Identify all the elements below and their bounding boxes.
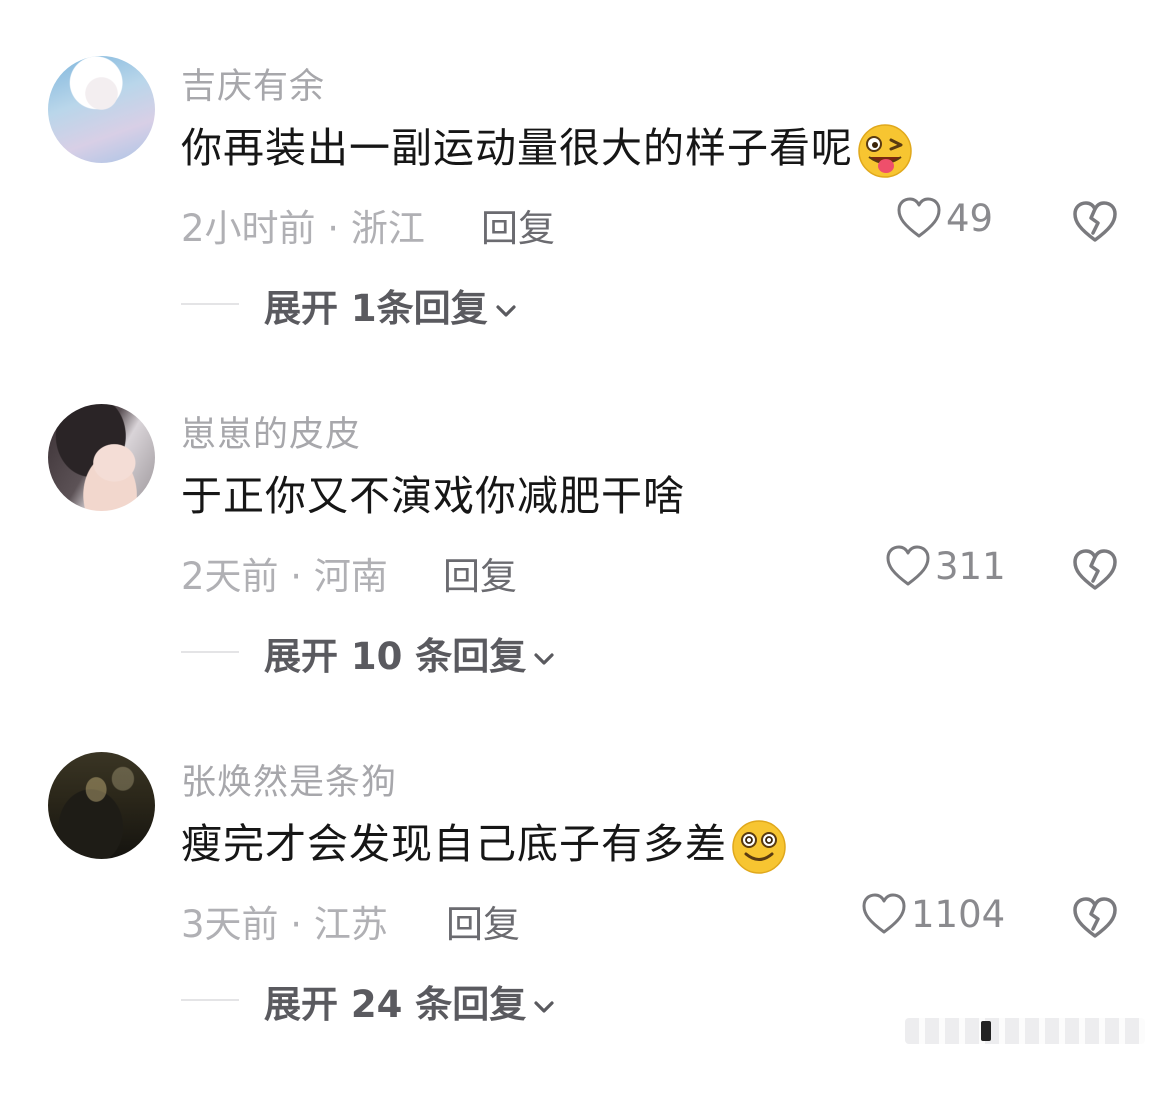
like-button[interactable]: 49 xyxy=(896,196,993,248)
broken-heart-icon[interactable] xyxy=(1071,892,1119,944)
heart-icon xyxy=(862,893,906,934)
watermark xyxy=(905,1018,1145,1044)
like-button[interactable]: 311 xyxy=(885,544,1006,596)
comment-text-content: 于正你又不演戏你减肥干啥 xyxy=(181,472,685,520)
heart-icon xyxy=(886,545,930,586)
avatar[interactable] xyxy=(48,404,155,511)
tongue-wink-emoji-icon xyxy=(858,124,912,178)
comment-meta: 2小时前 · 浙江 xyxy=(181,207,425,250)
like-count: 49 xyxy=(946,196,994,240)
comment-username[interactable]: 张焕然是条狗 xyxy=(181,754,397,805)
expand-replies-label: 展开 1条回复 xyxy=(264,287,488,330)
like-count: 1104 xyxy=(911,892,1006,936)
expand-replies-button[interactable]: 展开 1条回复 xyxy=(264,278,518,332)
like-count: 311 xyxy=(935,544,1006,588)
like-button[interactable]: 1104 xyxy=(861,892,1005,944)
chevron-down-icon xyxy=(534,652,554,665)
comment-username[interactable]: 崽崽的皮皮 xyxy=(181,406,361,457)
reply-button[interactable]: 回复 xyxy=(481,198,555,252)
comment-text: 你再装出一副运动量很大的样子看呢 xyxy=(181,120,915,179)
watermark-mark xyxy=(981,1021,991,1041)
avatar[interactable] xyxy=(48,752,155,859)
divider xyxy=(181,651,239,653)
expand-replies-button[interactable]: 展开 10 条回复 xyxy=(264,626,556,680)
comment-text: 瘦完才会发现自己底子有多差 xyxy=(181,816,789,875)
reply-button[interactable]: 回复 xyxy=(443,546,517,600)
comment-item: 崽崽的皮皮 于正你又不演戏你减肥干啥 2天前 · 河南 回复 311 展开 10… xyxy=(0,404,1170,752)
chevron-down-icon xyxy=(534,1000,554,1013)
comment-text-content: 你再装出一副运动量很大的样子看呢 xyxy=(181,124,853,172)
heart-icon xyxy=(897,197,941,238)
avatar[interactable] xyxy=(48,56,155,163)
comment-text-content: 瘦完才会发现自己底子有多差 xyxy=(181,820,727,868)
comment-text: 于正你又不演戏你减肥干啥 xyxy=(181,468,685,524)
comment-item: 吉庆有余 你再装出一副运动量很大的样子看呢 2小时前 · 浙江 回复 49 展开… xyxy=(0,56,1170,404)
comment-meta: 3天前 · 江苏 xyxy=(181,903,388,946)
chevron-down-icon xyxy=(496,304,516,317)
expand-replies-label: 展开 24 条回复 xyxy=(264,983,527,1026)
comment-item: 张焕然是条狗 瘦完才会发现自己底子有多差 3天前 · 江苏 回复 1104 展开… xyxy=(0,752,1170,1100)
dizzy-smile-emoji-icon xyxy=(732,820,786,874)
reply-button[interactable]: 回复 xyxy=(446,894,520,948)
expand-replies-label: 展开 10 条回复 xyxy=(264,635,527,678)
broken-heart-icon[interactable] xyxy=(1071,196,1119,248)
divider xyxy=(181,303,239,305)
comment-meta: 2天前 · 河南 xyxy=(181,555,388,598)
expand-replies-button[interactable]: 展开 24 条回复 xyxy=(264,974,556,1028)
broken-heart-icon[interactable] xyxy=(1071,544,1119,596)
divider xyxy=(181,999,239,1001)
comment-username[interactable]: 吉庆有余 xyxy=(181,58,325,109)
